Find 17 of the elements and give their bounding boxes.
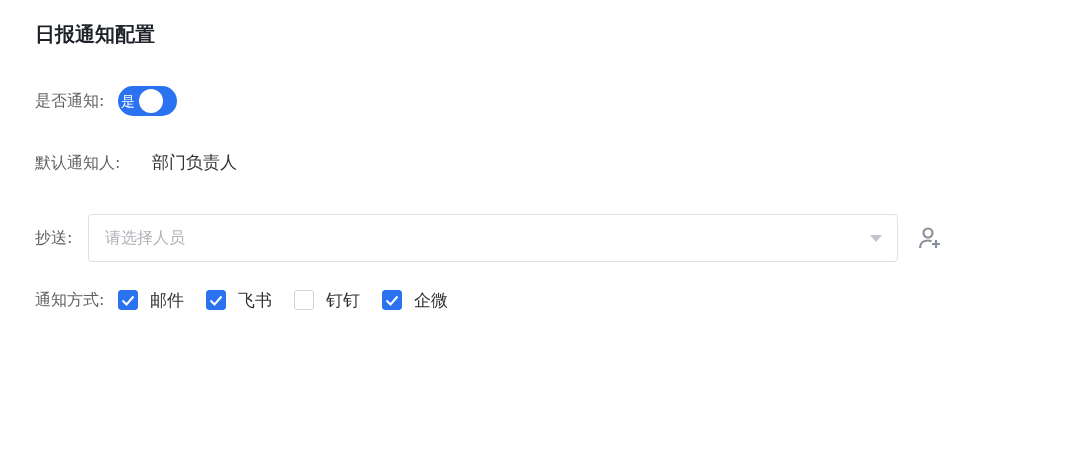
checkbox[interactable] (118, 290, 139, 311)
person-select[interactable]: 请选择人员 (88, 213, 899, 262)
checkbox[interactable] (382, 290, 403, 311)
field-label: 默认通知人: (35, 151, 121, 174)
field-label: 通知方式: (35, 289, 105, 312)
notify-toggle[interactable]: 是 (118, 86, 178, 116)
checkbox-label: 飞书 (238, 288, 273, 312)
field-label: 抄送: (35, 226, 73, 249)
page-title: 日报通知配置 (35, 22, 156, 46)
dropdown-caret-icon (870, 234, 883, 242)
checkbox-label: 邮件 (150, 288, 185, 312)
add-user-icon[interactable] (918, 225, 943, 250)
field-label: 是否通知: (35, 90, 105, 112)
checkbox-label: 钉钉 (326, 288, 361, 312)
checkbox-label: 企微 (414, 288, 449, 312)
field-value: 部门负责人 (152, 151, 238, 174)
checkbox[interactable] (206, 290, 227, 311)
